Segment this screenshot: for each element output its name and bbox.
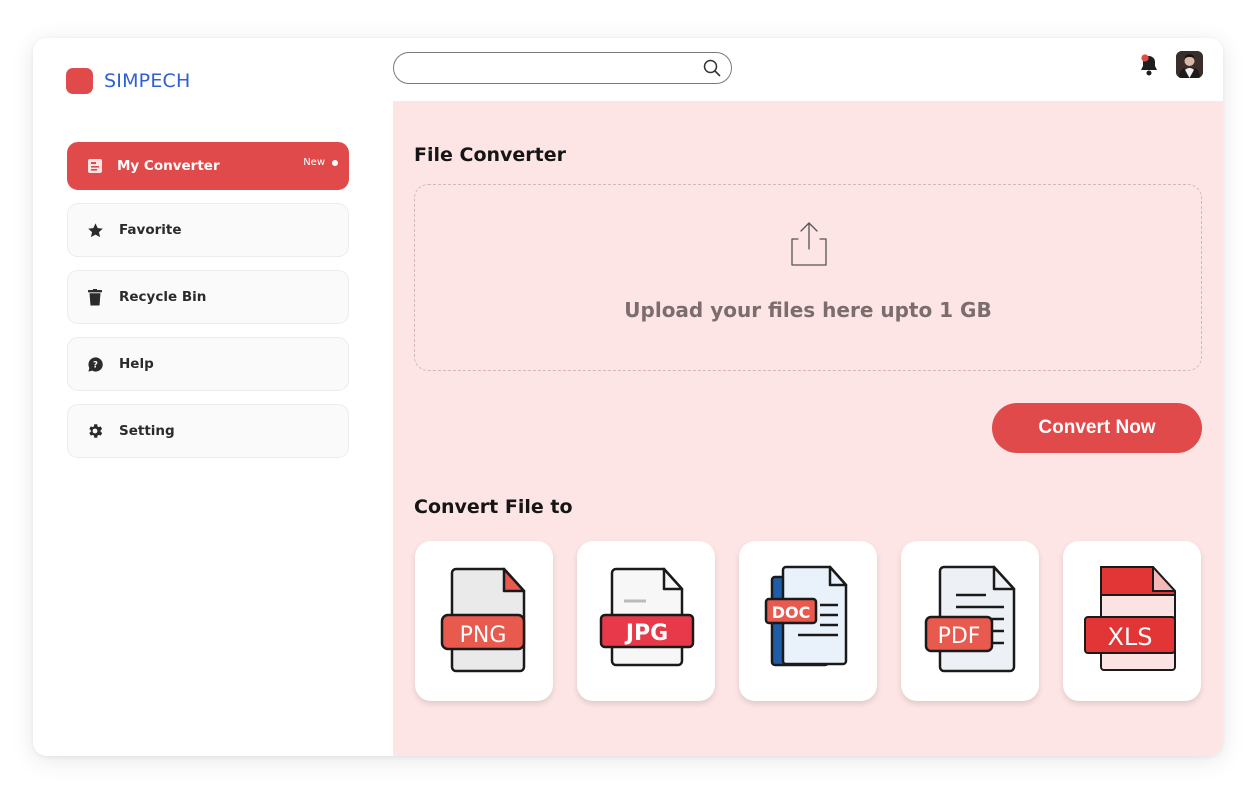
format-xls[interactable]: XLS (1063, 541, 1201, 701)
upload-hint: Upload your files here upto 1 GB (624, 298, 992, 322)
svg-text:JPG: JPG (624, 621, 668, 646)
format-jpg[interactable]: JPG (577, 541, 715, 701)
bell-icon[interactable] (1139, 53, 1159, 81)
brand[interactable]: SIMPECH (66, 68, 190, 94)
sidebar-item-label: Recycle Bin (119, 289, 207, 305)
format-options: PNG JPG DOC PDF XLS (415, 541, 1201, 701)
sidebar-item-favorite[interactable]: Favorite (67, 203, 349, 257)
page-title: File Converter (414, 144, 567, 166)
svg-text:?: ? (93, 360, 98, 370)
help-bubble-icon: ? (86, 355, 104, 373)
format-doc[interactable]: DOC (739, 541, 877, 701)
app-window: SIMPECH My Converter New Favorite Recycl… (33, 38, 1223, 756)
top-bar (393, 38, 1223, 101)
xls-file-icon: XLS (1077, 559, 1187, 683)
png-file-icon: PNG (434, 559, 534, 683)
converter-icon (86, 157, 104, 175)
trash-icon (86, 288, 104, 306)
format-pdf[interactable]: PDF (901, 541, 1039, 701)
svg-text:DOC: DOC (772, 603, 811, 622)
sidebar-item-help[interactable]: ? Help (67, 337, 349, 391)
svg-text:PDF: PDF (938, 624, 981, 649)
pdf-file-icon: PDF (920, 559, 1020, 683)
badge-dot (332, 159, 338, 166)
sidebar-item-my-converter[interactable]: My Converter New (67, 142, 349, 190)
user-avatar[interactable] (1176, 51, 1203, 78)
sidebar-item-setting[interactable]: Setting (67, 404, 349, 458)
star-icon (86, 221, 104, 239)
sidebar-item-label: Favorite (119, 222, 182, 238)
sidebar-nav: My Converter New Favorite Recycle Bin ? … (67, 142, 349, 471)
main-content: File Converter Upload your files here up… (393, 101, 1223, 756)
jpg-file-icon: JPG (596, 559, 696, 683)
sidebar: SIMPECH My Converter New Favorite Recycl… (33, 38, 393, 756)
upload-icon (780, 215, 836, 275)
search-icon[interactable] (703, 59, 721, 81)
convert-to-title: Convert File to (414, 496, 573, 518)
upload-dropzone[interactable]: Upload your files here upto 1 GB (414, 184, 1202, 371)
sidebar-item-label: My Converter (117, 158, 220, 174)
gear-icon (86, 422, 104, 440)
brand-logo (66, 68, 93, 94)
search-input[interactable] (393, 52, 732, 84)
svg-text:XLS: XLS (1107, 623, 1152, 651)
new-badge: New (303, 157, 338, 168)
convert-now-button[interactable]: Convert Now (992, 403, 1202, 453)
sidebar-item-label: Help (119, 356, 154, 372)
format-png[interactable]: PNG (415, 541, 553, 701)
svg-text:PNG: PNG (460, 623, 507, 648)
sidebar-item-recycle-bin[interactable]: Recycle Bin (67, 270, 349, 324)
doc-file-icon: DOC (758, 559, 858, 683)
brand-name: SIMPECH (104, 70, 191, 92)
sidebar-item-label: Setting (119, 423, 175, 439)
